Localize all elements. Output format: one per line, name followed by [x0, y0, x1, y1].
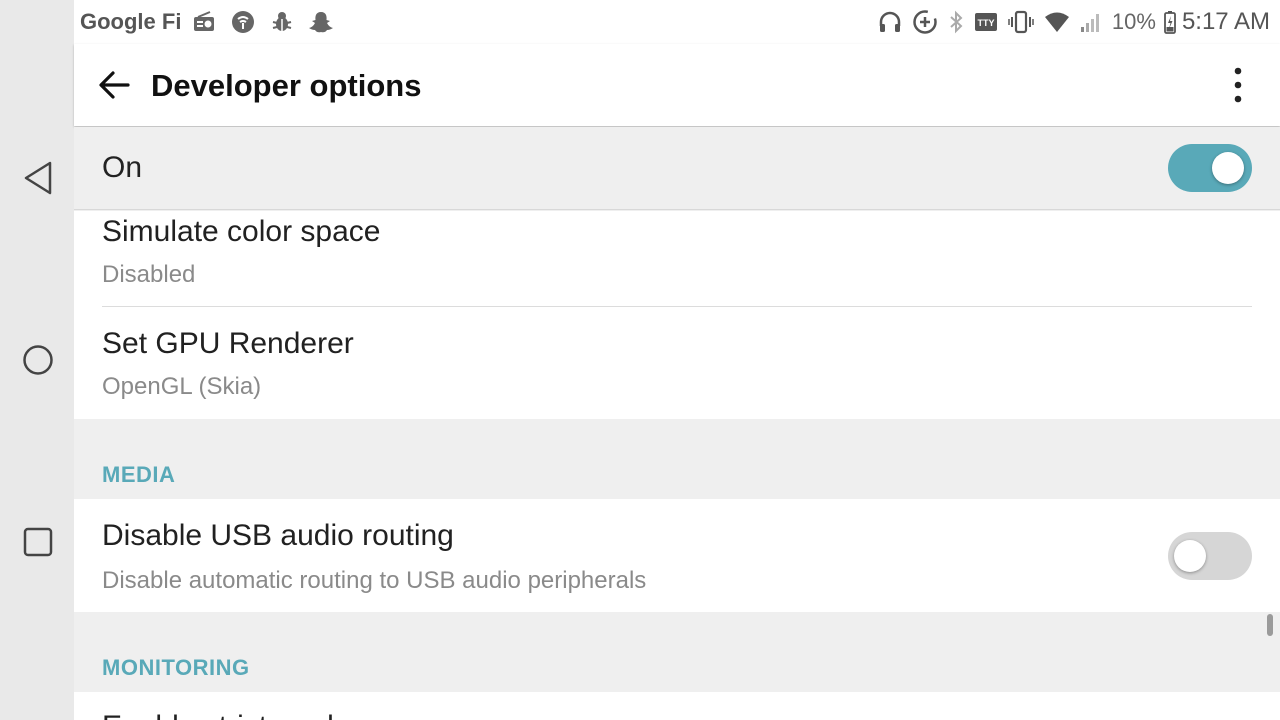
disable-usb-audio-routing-title: Disable USB audio routing — [102, 519, 454, 552]
radio-icon — [191, 9, 217, 35]
tty-icon: TTY — [974, 9, 998, 35]
enable-strict-mode-item[interactable]: Enable strict mode — [74, 692, 1280, 720]
set-gpu-renderer-summary: OpenGL (Skia) — [102, 373, 262, 400]
back-button[interactable] — [94, 65, 134, 105]
disable-usb-audio-routing-summary: Disable automatic routing to USB audio p… — [102, 567, 647, 594]
master-switch-label: On — [102, 151, 143, 184]
navigation-bar — [0, 0, 74, 720]
more-options-button[interactable] — [1216, 63, 1260, 107]
vibrate-icon — [1008, 9, 1034, 35]
simulate-color-space-title: Simulate color space — [102, 215, 381, 248]
nav-recents-button[interactable] — [18, 522, 58, 562]
nav-home-button[interactable] — [18, 340, 58, 380]
triangle-back-icon — [24, 161, 52, 195]
toggle-knob — [1212, 152, 1244, 184]
svg-text:TTY: TTY — [977, 18, 994, 28]
circle-home-icon — [23, 345, 53, 375]
simulate-color-space-summary: Disabled — [102, 261, 196, 288]
data-saver-icon — [912, 9, 938, 35]
app-bar: Developer options — [74, 44, 1280, 126]
rendering-settings-group: Simulate color space Disabled Set GPU Re… — [74, 211, 1280, 419]
nav-back-button[interactable] — [18, 158, 58, 198]
carrier-label: Google Fi — [80, 9, 182, 34]
headphones-icon — [878, 9, 902, 35]
enable-strict-mode-title: Enable strict mode — [102, 710, 350, 720]
simulate-color-space-item[interactable]: Simulate color space Disabled — [74, 211, 1280, 306]
arrow-back-icon — [99, 71, 130, 99]
wifi-icon — [1044, 9, 1070, 35]
bluetooth-icon — [948, 9, 964, 35]
scrollbar-thumb[interactable] — [1267, 614, 1273, 636]
set-gpu-renderer-item[interactable]: Set GPU Renderer OpenGL (Skia) — [74, 307, 1280, 419]
wifi-calling-icon — [230, 9, 256, 35]
set-gpu-renderer-title: Set GPU Renderer — [102, 327, 354, 360]
media-settings-group: Disable USB audio routing Disable automa… — [74, 499, 1280, 612]
more-vert-icon — [1234, 67, 1242, 103]
snapchat-icon — [308, 9, 334, 35]
battery-charging-icon — [1164, 9, 1176, 35]
developer-options-master-switch-row[interactable]: On — [74, 127, 1280, 210]
disable-usb-audio-toggle-switch[interactable] — [1168, 532, 1252, 580]
master-toggle-switch[interactable] — [1168, 144, 1252, 192]
monitoring-settings-group: Enable strict mode — [74, 692, 1280, 720]
disable-usb-audio-routing-item[interactable]: Disable USB audio routing Disable automa… — [74, 499, 1280, 612]
clock: 5:17 AM — [1181, 8, 1270, 35]
section-header-monitoring: MONITORING — [102, 655, 250, 680]
status-bar: Google Fi TTY 10% 5:17 AM — [74, 0, 1280, 44]
battery-percentage: 10% — [1111, 9, 1156, 34]
page-title: Developer options — [151, 68, 422, 103]
bug-icon — [269, 9, 295, 35]
square-recents-icon — [23, 527, 53, 557]
signal-icon — [1080, 9, 1102, 35]
toggle-knob — [1174, 540, 1206, 572]
section-header-media: MEDIA — [102, 462, 176, 487]
